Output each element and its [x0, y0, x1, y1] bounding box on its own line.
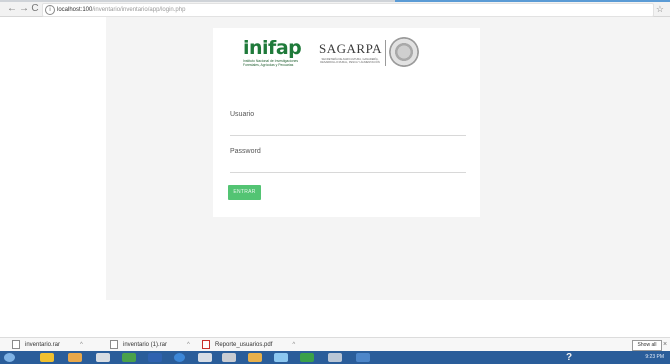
sagarpa-wordmark: SAGARPA	[319, 41, 382, 56]
taskbar-app-icon[interactable]	[300, 353, 314, 362]
taskbar-app-icon[interactable]	[68, 353, 82, 362]
url-host: localhost:100	[57, 7, 93, 13]
download-item-2[interactable]: inventario (1).rar ^	[110, 338, 190, 352]
password-input[interactable]	[230, 172, 466, 173]
login-card: inifap Instituto Nacional de Investigaci…	[213, 28, 480, 217]
file-icon	[110, 339, 118, 349]
inifap-tagline: Instituto Nacional de Investigaciones Fo…	[243, 59, 299, 67]
sagarpa-logo: SAGARPA SECRETARÍA DE AGRICULTURA, GANAD…	[319, 41, 382, 65]
download-item-3[interactable]: Reporte_usuarios.pdf ^	[202, 338, 295, 352]
sagarpa-tagline: SECRETARÍA DE AGRICULTURA, GANADERÍA, DE…	[320, 58, 380, 64]
taskbar-app-icon[interactable]	[40, 353, 54, 362]
logo-divider	[385, 40, 386, 66]
taskbar-app-icon[interactable]	[222, 353, 236, 362]
file-icon	[12, 339, 20, 349]
taskbar-app-icon[interactable]	[198, 353, 212, 362]
help-icon[interactable]: ?	[566, 352, 572, 363]
windows-taskbar: ? 9:23 PM	[0, 351, 670, 364]
reload-button[interactable]: C	[29, 2, 41, 16]
taskbar-app-icon[interactable]	[96, 353, 110, 362]
usuario-label: Usuario	[230, 111, 255, 118]
url-path: /inventario/inventario/app/login.php	[92, 7, 186, 13]
chevron-up-icon[interactable]: ^	[187, 342, 190, 348]
bookmark-star-icon[interactable]: ☆	[656, 2, 664, 16]
usuario-input[interactable]	[230, 135, 466, 136]
taskbar-app-icon[interactable]	[248, 353, 262, 362]
inifap-logo: inifap Instituto Nacional de Investigaci…	[243, 38, 311, 67]
download-name: inventario (1).rar	[123, 342, 168, 348]
pdf-icon	[202, 339, 210, 349]
password-label: Password	[230, 148, 261, 155]
close-downloads-icon[interactable]: ×	[663, 338, 667, 352]
back-button[interactable]: ←	[6, 2, 18, 16]
download-name: inventario.rar	[25, 342, 61, 348]
download-name: Reporte_usuarios.pdf	[215, 342, 273, 348]
inifap-wordmark: inifap	[243, 37, 302, 59]
entrar-button[interactable]: ENTRAR	[228, 185, 261, 200]
address-bar-row: ← → C i localhost:100/inventario/inventa…	[0, 2, 670, 17]
url-text: localhost:100/inventario/inventario/app/…	[57, 4, 185, 16]
taskbar-app-icon[interactable]	[148, 353, 162, 362]
taskbar-app-icon[interactable]	[274, 353, 288, 362]
taskbar-app-icon[interactable]	[328, 353, 342, 362]
downloads-bar: inventario.rar ^ inventario (1).rar ^ Repo…	[0, 337, 670, 352]
chevron-up-icon[interactable]: ^	[292, 342, 295, 348]
start-button-icon[interactable]	[4, 353, 15, 362]
taskbar-app-icon[interactable]	[356, 353, 370, 362]
url-input[interactable]: i localhost:100/inventario/inventario/ap…	[42, 3, 654, 17]
info-icon[interactable]: i	[45, 5, 55, 15]
content-panel: inifap Instituto Nacional de Investigaci…	[106, 17, 670, 300]
taskbar-app-icon[interactable]	[174, 353, 185, 362]
download-item-1[interactable]: inventario.rar ^	[12, 338, 83, 352]
show-all-button[interactable]: Show all	[632, 340, 662, 351]
mexico-seal-icon	[389, 37, 419, 67]
chevron-up-icon[interactable]: ^	[80, 342, 83, 348]
taskbar-clock[interactable]: 9:23 PM	[645, 351, 664, 364]
taskbar-app-icon[interactable]	[122, 353, 136, 362]
page-viewport: inifap Instituto Nacional de Investigaci…	[0, 17, 670, 337]
